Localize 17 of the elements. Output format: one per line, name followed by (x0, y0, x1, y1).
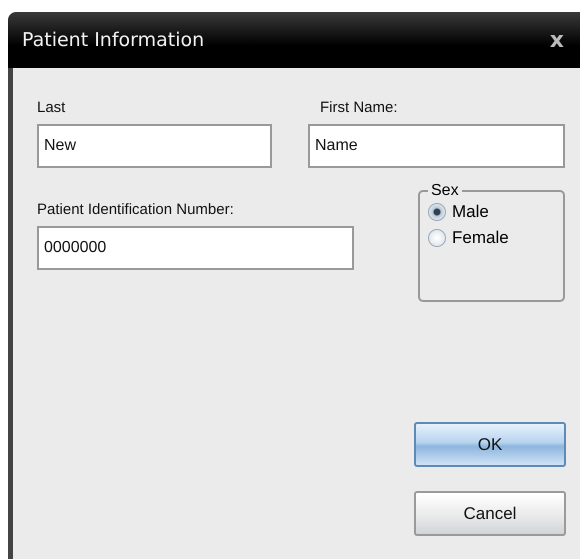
field-label: Last (37, 98, 66, 118)
input-field[interactable]: 0000000 (37, 226, 354, 270)
window-title: Patient Information (22, 29, 204, 51)
radio-button[interactable] (428, 203, 446, 221)
input-field[interactable]: Name (308, 124, 565, 168)
radio-option[interactable]: Male (428, 202, 555, 222)
cancel-button[interactable]: Cancel (414, 491, 566, 536)
radio-label: Female (452, 228, 509, 248)
radio-button[interactable] (428, 229, 446, 247)
radio-option[interactable]: Female (428, 228, 555, 248)
radio-label: Male (452, 202, 489, 222)
ok-button[interactable]: OK (414, 422, 566, 467)
field-label: Patient Identification Number: (37, 200, 235, 220)
group-label: Sex (430, 182, 460, 200)
input-field[interactable]: New (37, 124, 272, 168)
close-button[interactable]: x (546, 28, 568, 52)
field-label: First Name: (319, 98, 399, 118)
